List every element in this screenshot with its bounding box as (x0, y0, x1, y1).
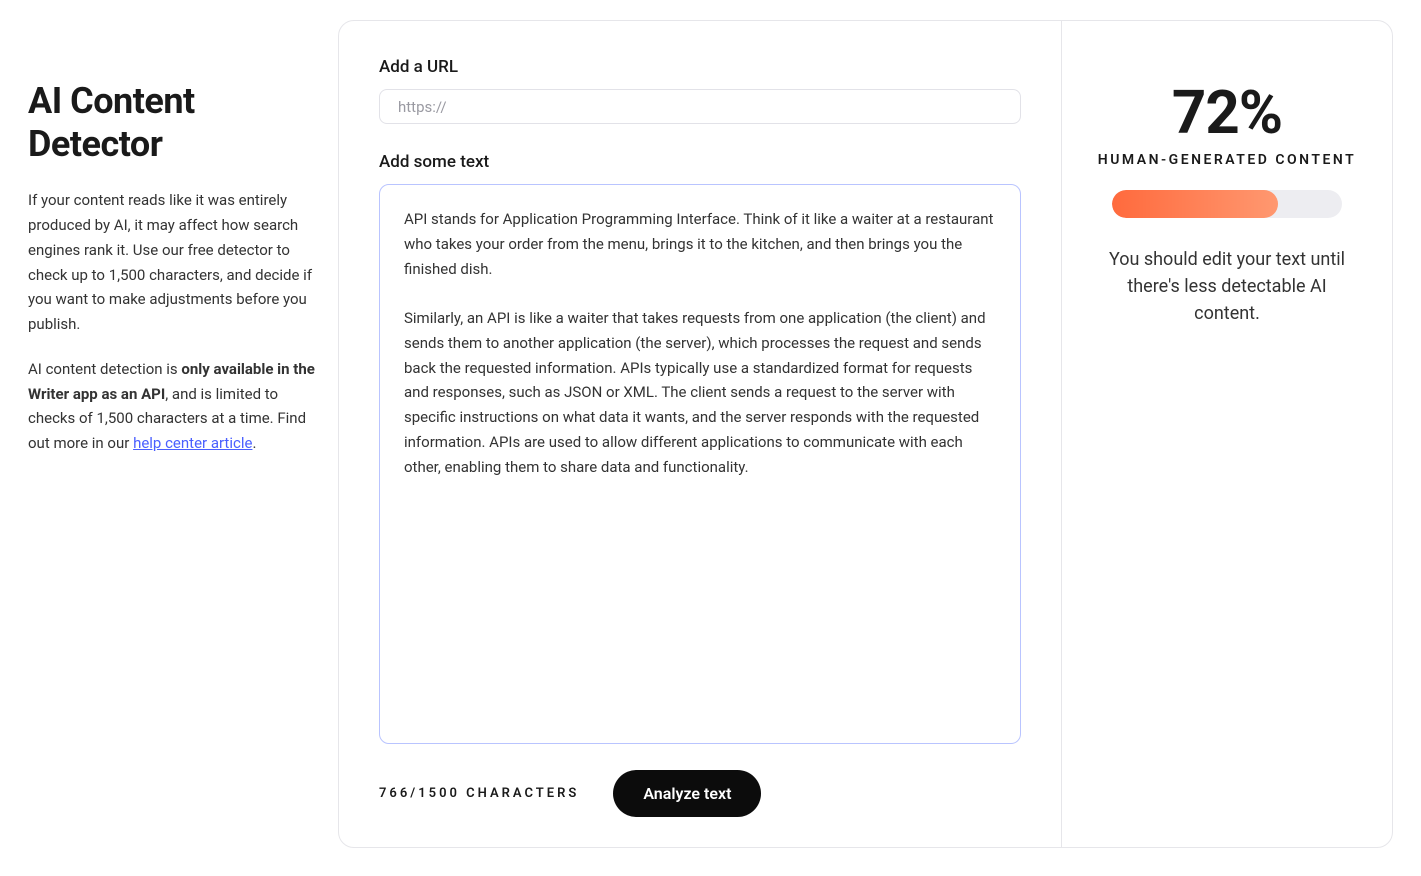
result-suggestion: You should edit your text until there's … (1090, 246, 1364, 327)
url-input[interactable] (379, 89, 1021, 124)
para2-end: . (252, 434, 256, 452)
result-label: HUMAN-GENERATED CONTENT (1090, 152, 1364, 168)
progress-fill (1112, 190, 1278, 218)
result-panel: 72% HUMAN-GENERATED CONTENT You should e… (1062, 21, 1392, 847)
sidebar-description-1: If your content reads like it was entire… (28, 188, 318, 337)
input-panel: Add a URL Add some text 766/1500 CHARACT… (339, 21, 1062, 847)
sidebar-description-2: AI content detection is only available i… (28, 357, 318, 456)
text-label: Add some text (379, 152, 1021, 172)
sidebar: AI Content Detector If your content read… (28, 20, 338, 848)
analyze-button[interactable]: Analyze text (613, 770, 761, 817)
page-title: AI Content Detector (28, 80, 318, 166)
help-center-link[interactable]: help center article (133, 434, 252, 452)
para2-prefix: AI content detection is (28, 360, 181, 378)
character-count: 766/1500 CHARACTERS (379, 786, 579, 801)
footer-row: 766/1500 CHARACTERS Analyze text (379, 770, 1021, 817)
result-percent: 72% (1090, 77, 1364, 148)
main-card: Add a URL Add some text 766/1500 CHARACT… (338, 20, 1393, 848)
content-textarea[interactable] (379, 184, 1021, 744)
url-label: Add a URL (379, 57, 1021, 77)
progress-bar (1112, 190, 1342, 218)
